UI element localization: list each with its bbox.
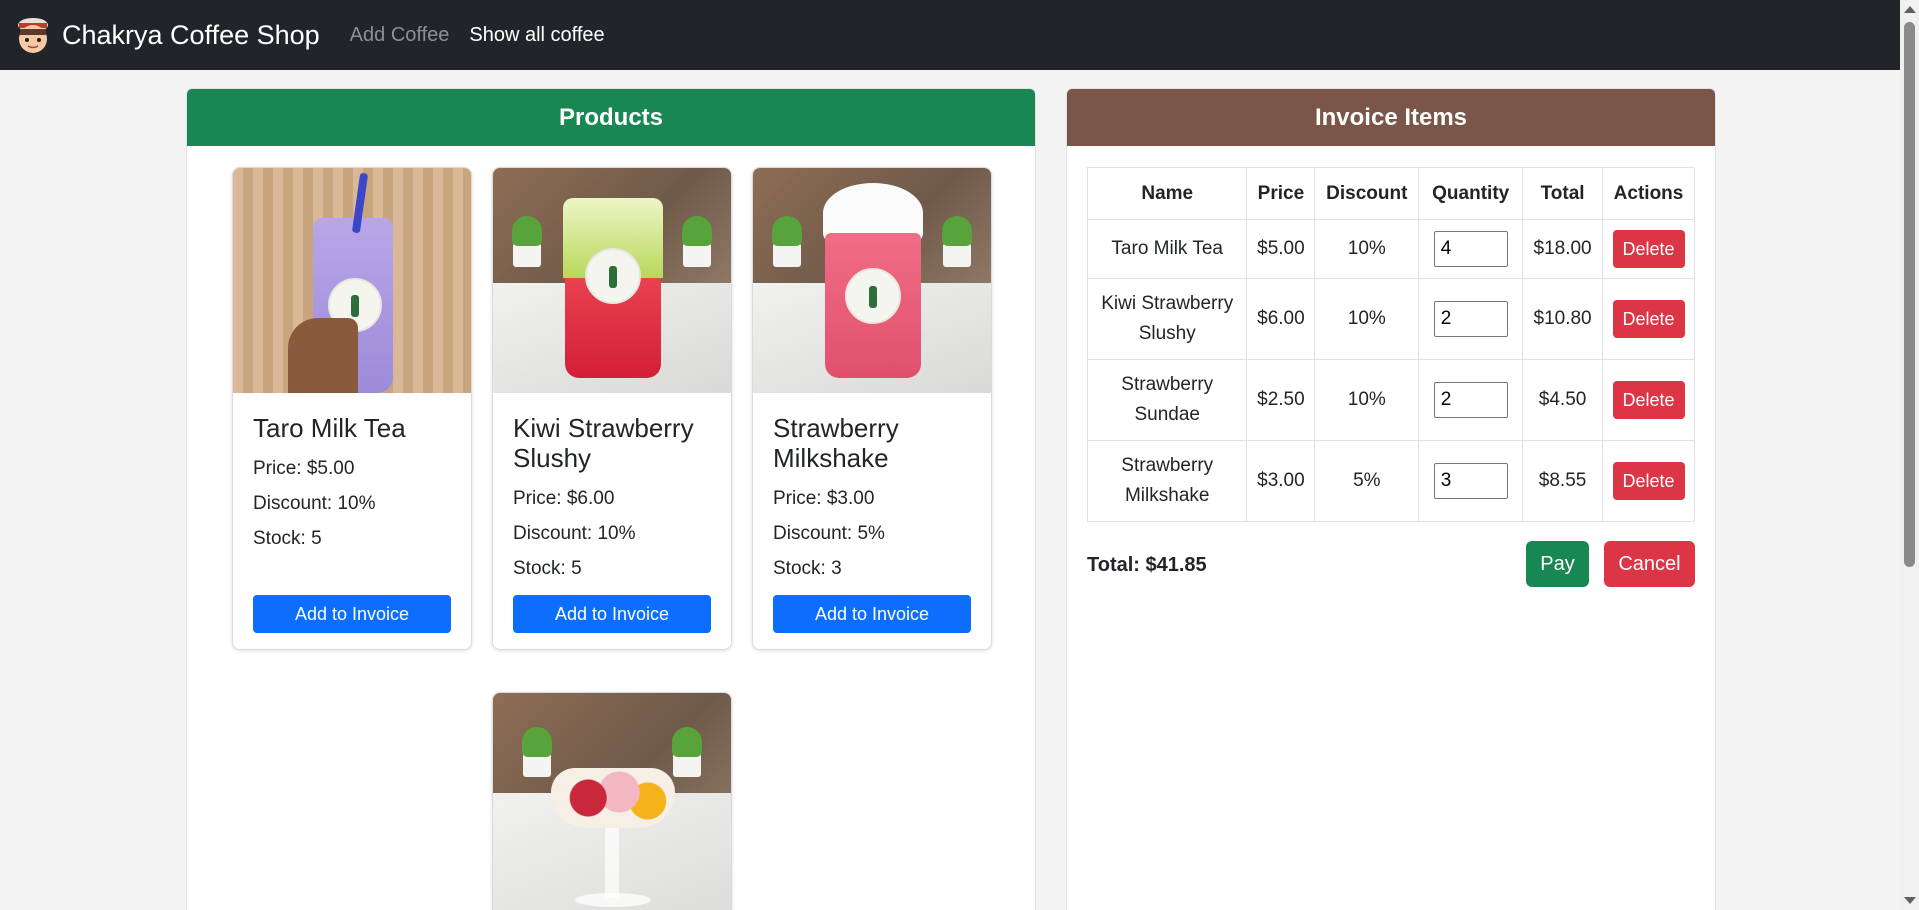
product-price: Price: $6.00 — [513, 488, 615, 509]
product-discount: Discount: 10% — [253, 493, 376, 514]
invoice-item-discount: 10% — [1314, 359, 1420, 441]
invoice-row: Strawberry Milkshake $3.00 5% $8.55 Dele… — [1086, 440, 1695, 522]
quantity-input[interactable] — [1433, 301, 1508, 337]
quantity-input[interactable] — [1433, 463, 1508, 499]
invoice-item-name: Strawberry Sundae — [1086, 359, 1248, 441]
delete-button[interactable]: Delete — [1612, 230, 1685, 268]
product-image — [753, 168, 991, 393]
product-name: Taro Milk Tea — [253, 413, 406, 443]
delete-button[interactable]: Delete — [1612, 300, 1685, 338]
scroll-thumb[interactable] — [1904, 22, 1915, 567]
invoice-item-actions: Delete — [1602, 219, 1695, 279]
scroll-up-icon[interactable] — [1904, 6, 1916, 13]
coffee-shop-logo-icon — [18, 18, 48, 53]
invoice-item-price: $2.50 — [1246, 359, 1316, 441]
column-header-name: Name — [1086, 167, 1248, 220]
product-price: Price: $5.00 — [253, 458, 355, 479]
add-to-invoice-button[interactable]: Add to Invoice — [513, 595, 711, 633]
invoice-item-total: $10.80 — [1522, 278, 1604, 360]
invoice-item-total: $8.55 — [1522, 440, 1604, 522]
navbar: Chakrya Coffee Shop Add Coffee Show all … — [0, 0, 1900, 70]
product-discount: Discount: 5% — [773, 523, 885, 544]
product-name: Strawberry Milkshake — [773, 413, 899, 473]
brand[interactable]: Chakrya Coffee Shop — [14, 15, 320, 55]
invoice-panel: Invoice Items Name Price Discount Quanti… — [1066, 88, 1716, 910]
column-header-discount: Discount — [1314, 167, 1420, 220]
add-to-invoice-button[interactable]: Add to Invoice — [253, 595, 451, 633]
product-stock: Stock: 5 — [253, 528, 322, 549]
column-header-total: Total — [1522, 167, 1604, 220]
invoice-row: Taro Milk Tea $5.00 10% $18.00 Delete — [1086, 219, 1695, 279]
nav-add-coffee[interactable]: Add Coffee — [350, 24, 450, 47]
product-card — [492, 692, 732, 910]
invoice-item-price: $5.00 — [1246, 219, 1316, 279]
cancel-button[interactable]: Cancel — [1604, 541, 1695, 587]
invoice-item-actions: Delete — [1602, 440, 1695, 522]
invoice-item-name: Taro Milk Tea — [1086, 219, 1248, 279]
invoice-item-discount: 10% — [1314, 219, 1420, 279]
column-header-quantity: Quantity — [1418, 167, 1524, 220]
product-card: Taro Milk Tea Price: $5.00 Discount: 10%… — [232, 167, 472, 650]
invoice-table: Name Price Discount Quantity Total Actio… — [1086, 167, 1695, 522]
add-to-invoice-button[interactable]: Add to Invoice — [773, 595, 971, 633]
products-panel: Products Taro Milk Tea Price: $5.00 Disc… — [186, 88, 1036, 910]
invoice-header: Invoice Items — [1067, 89, 1715, 146]
invoice-item-name: Kiwi Strawberry Slushy — [1086, 278, 1248, 360]
product-image — [493, 693, 731, 910]
invoice-item-quantity-cell — [1418, 440, 1524, 522]
products-header: Products — [187, 89, 1035, 146]
product-stock: Stock: 5 — [513, 558, 582, 579]
product-image — [233, 168, 471, 393]
invoice-total: Total: $41.85 — [1087, 554, 1207, 576]
invoice-item-discount: 5% — [1314, 440, 1420, 522]
invoice-item-discount: 10% — [1314, 278, 1420, 360]
delete-button[interactable]: Delete — [1612, 462, 1685, 500]
pay-button[interactable]: Pay — [1526, 541, 1589, 587]
column-header-price: Price — [1246, 167, 1316, 220]
delete-button[interactable]: Delete — [1612, 381, 1685, 419]
product-card: Strawberry Milkshake Price: $3.00 Discou… — [752, 167, 992, 650]
invoice-table-header-row: Name Price Discount Quantity Total Actio… — [1086, 167, 1695, 220]
invoice-item-quantity-cell — [1418, 359, 1524, 441]
product-price: Price: $3.00 — [773, 488, 875, 509]
invoice-item-actions: Delete — [1602, 278, 1695, 360]
scroll-down-icon[interactable] — [1904, 897, 1916, 904]
invoice-row: Strawberry Sundae $2.50 10% $4.50 Delete — [1086, 359, 1695, 441]
page-scrollbar[interactable] — [1900, 0, 1919, 910]
invoice-row: Kiwi Strawberry Slushy $6.00 10% $10.80 … — [1086, 278, 1695, 360]
invoice-item-quantity-cell — [1418, 278, 1524, 360]
quantity-input[interactable] — [1433, 382, 1508, 418]
product-name: Kiwi Strawberry Slushy — [513, 413, 694, 473]
quantity-input[interactable] — [1433, 231, 1508, 267]
invoice-item-actions: Delete — [1602, 359, 1695, 441]
product-discount: Discount: 10% — [513, 523, 636, 544]
column-header-actions: Actions — [1602, 167, 1695, 220]
invoice-item-total: $4.50 — [1522, 359, 1604, 441]
invoice-item-name: Strawberry Milkshake — [1086, 440, 1248, 522]
invoice-item-quantity-cell — [1418, 219, 1524, 279]
invoice-item-price: $6.00 — [1246, 278, 1316, 360]
nav-show-all-coffee[interactable]: Show all coffee — [469, 24, 604, 47]
product-image — [493, 168, 731, 393]
invoice-item-total: $18.00 — [1522, 219, 1604, 279]
invoice-item-price: $3.00 — [1246, 440, 1316, 522]
product-card: Kiwi Strawberry Slushy Price: $6.00 Disc… — [492, 167, 732, 650]
product-stock: Stock: 3 — [773, 558, 842, 579]
brand-name: Chakrya Coffee Shop — [62, 19, 320, 50]
